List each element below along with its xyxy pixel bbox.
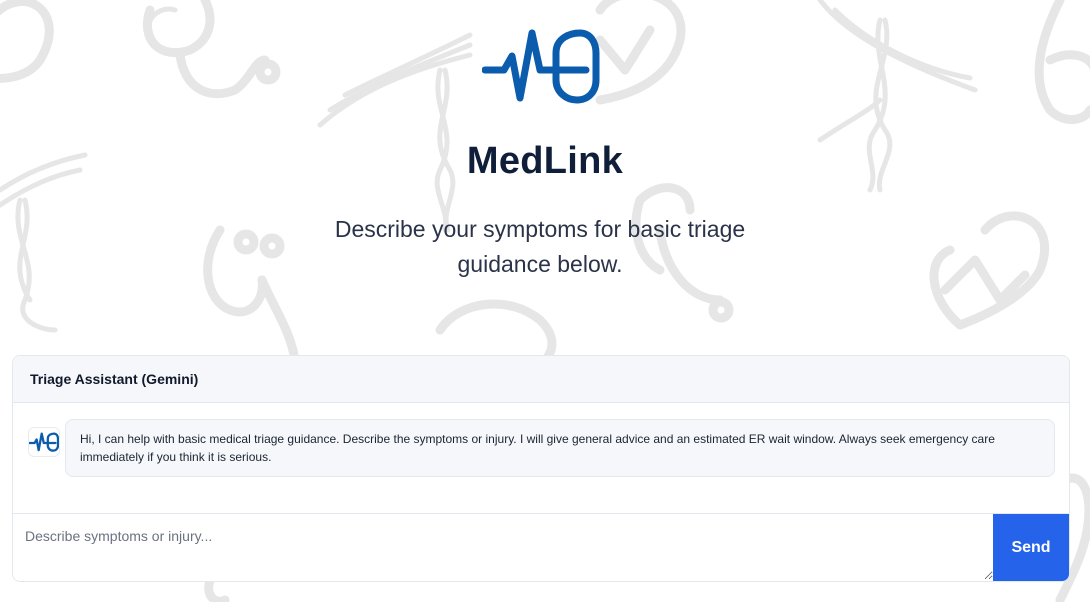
heart-pulse-icon — [435, 299, 557, 365]
heart-pulse-icon — [0, 0, 54, 83]
symptoms-input[interactable] — [13, 514, 993, 580]
page: MedLink Describe your symptoms for basic… — [0, 0, 1090, 602]
send-button[interactable]: Send — [993, 514, 1069, 581]
message-list: Hi, I can help with basic medical triage… — [13, 403, 1069, 513]
assistant-avatar — [28, 427, 60, 457]
stethoscope-icon — [203, 225, 300, 365]
caduceus-icon — [317, 32, 473, 233]
stethoscope-icon — [1034, 0, 1090, 124]
assistant-message-bubble: Hi, I can help with basic medical triage… — [65, 419, 1055, 477]
chat-panel: Triage Assistant (Gemini) Hi, I can help… — [12, 355, 1070, 582]
heart-pulse-icon — [595, 0, 686, 105]
page-title: MedLink — [466, 140, 624, 182]
page-subtitle: Describe your symptoms for basic triage … — [334, 216, 746, 277]
chat-input-row: Send — [13, 513, 1069, 581]
chat-header-title: Triage Assistant (Gemini) — [30, 371, 199, 387]
chat-header: Triage Assistant (Gemini) — [13, 356, 1069, 403]
heart-pulse-icon — [929, 211, 1050, 330]
stethoscope-icon — [142, 0, 281, 99]
stethoscope-icon — [204, 575, 230, 602]
medlink-logo-icon — [28, 432, 60, 452]
medlink-logo-icon — [481, 28, 600, 104]
